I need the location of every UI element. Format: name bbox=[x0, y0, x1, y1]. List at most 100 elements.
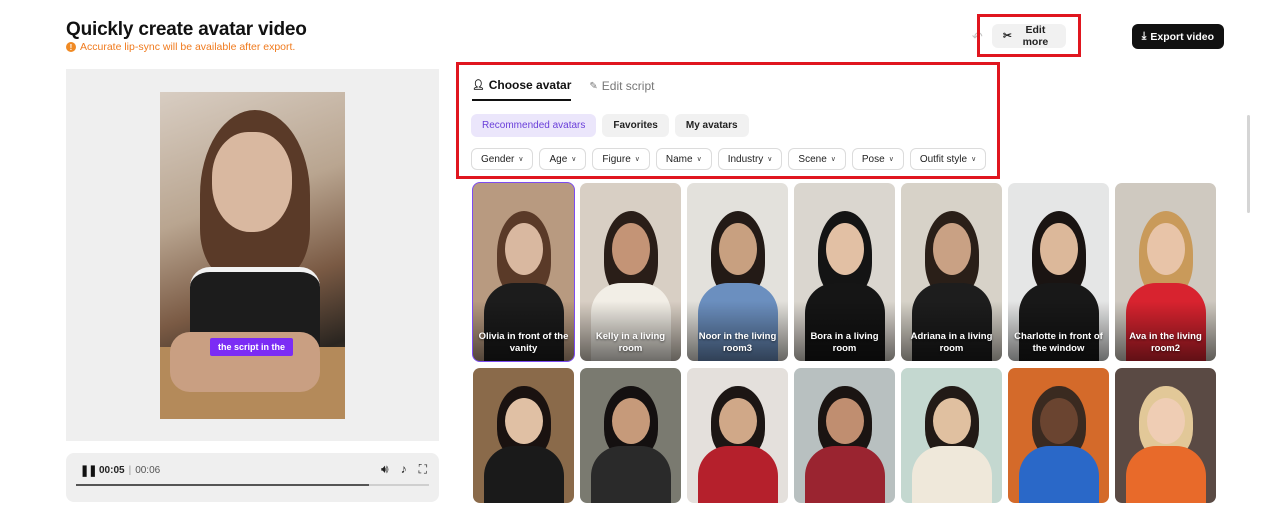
avatar-face bbox=[718, 223, 757, 275]
filter-scene[interactable]: Scene ∨ bbox=[788, 148, 846, 170]
chevron-down-icon: ∨ bbox=[888, 156, 894, 163]
avatar-face bbox=[932, 398, 971, 444]
filter-bar: Gender ∨ Age ∨ Figure ∨ Name ∨ Industry ∨ Scene ∨ Po… bbox=[471, 148, 987, 170]
player-icons: 🔊︎ ♪ ⛶ bbox=[381, 462, 427, 477]
avatar-body bbox=[590, 446, 671, 503]
subtitle-caption: the script in the bbox=[210, 338, 294, 356]
avatar-body bbox=[804, 446, 885, 503]
avatar-body bbox=[697, 446, 778, 503]
subtab-favorites[interactable]: Favorites bbox=[602, 114, 669, 137]
edit-more-highlight: ✂ Edit more bbox=[977, 14, 1081, 57]
avatar-card[interactable] bbox=[687, 368, 788, 503]
avatar-card[interactable]: Bora in a living room bbox=[794, 183, 895, 361]
avatar-body bbox=[911, 446, 992, 503]
chevron-down-icon: ∨ bbox=[634, 156, 640, 163]
video-player-controls: ❚❚ 00:05 | 00:06 🔊︎ ♪ ⛶ bbox=[66, 453, 439, 502]
subtab-recommended-avatars[interactable]: Recommended avatars bbox=[471, 114, 597, 137]
scissors-icon: ✂ bbox=[1003, 29, 1012, 42]
tiktok-icon[interactable]: ♪ bbox=[401, 462, 407, 477]
chevron-down-icon: ∨ bbox=[830, 156, 836, 163]
filter-label: Industry bbox=[727, 153, 764, 165]
time-display: 00:05 | 00:06 bbox=[99, 465, 161, 476]
fullscreen-icon[interactable]: ⛶ bbox=[419, 462, 427, 477]
avatar-face bbox=[825, 223, 864, 275]
filter-label: Age bbox=[549, 153, 568, 165]
chevron-down-icon: ∨ bbox=[571, 156, 577, 163]
avatar-body bbox=[1125, 446, 1206, 503]
avatar-face bbox=[825, 398, 864, 444]
subtab-my-avatars[interactable]: My avatars bbox=[674, 114, 749, 137]
info-icon: ! bbox=[66, 42, 76, 52]
avatar-preview-video[interactable]: the script in the bbox=[160, 92, 345, 419]
avatar-card[interactable] bbox=[1115, 368, 1216, 503]
download-icon: ⤓ bbox=[1141, 30, 1147, 42]
tab-label: Choose avatar bbox=[488, 78, 572, 92]
filter-pose[interactable]: Pose ∨ bbox=[851, 148, 904, 170]
avatar-face bbox=[212, 132, 292, 232]
avatar-face bbox=[932, 223, 971, 275]
avatar-face bbox=[1039, 223, 1078, 275]
progress-track[interactable] bbox=[76, 484, 429, 486]
export-video-label: Export video bbox=[1150, 30, 1214, 43]
avatar-face bbox=[611, 398, 650, 444]
avatar-body bbox=[1018, 446, 1099, 503]
edit-more-label: Edit more bbox=[1022, 23, 1049, 48]
filter-age[interactable]: Age ∨ bbox=[539, 148, 587, 170]
panel-tabs: 👤︎ Choose avatar ✎ Edit script bbox=[472, 78, 654, 101]
avatar-card[interactable]: Noor in the living room3 bbox=[687, 183, 788, 361]
export-video-button[interactable]: ⤓ Export video bbox=[1131, 24, 1224, 49]
page-title: Quickly create avatar video bbox=[66, 19, 307, 40]
top-actions: ↶ ↷ ⤓ Export video ✂ Edit more bbox=[972, 14, 1224, 57]
chevron-down-icon: ∨ bbox=[518, 156, 524, 163]
filter-label: Gender bbox=[481, 153, 515, 165]
avatar-icon: 👤︎ bbox=[472, 79, 485, 91]
chevron-down-icon: ∨ bbox=[696, 156, 702, 163]
filter-figure[interactable]: Figure ∨ bbox=[592, 148, 650, 170]
avatar-card[interactable]: Adriana in a living room bbox=[901, 183, 1002, 361]
tab-choose-avatar[interactable]: 👤︎ Choose avatar bbox=[472, 78, 572, 101]
avatar-card[interactable]: Charlotte in front of the window bbox=[1008, 183, 1109, 361]
tab-edit-script[interactable]: ✎ Edit script bbox=[589, 78, 654, 101]
avatar-name: Olivia in front of the vanity bbox=[478, 331, 569, 354]
avatar-card[interactable] bbox=[794, 368, 895, 503]
avatar-name: Kelly in a living room bbox=[595, 331, 666, 354]
avatar-face bbox=[611, 223, 650, 275]
avatar-card[interactable]: Olivia in front of the vanity bbox=[472, 182, 575, 362]
avatar-card[interactable]: Kelly in a living room bbox=[580, 183, 681, 361]
progress-fill bbox=[76, 484, 369, 486]
tab-label: Edit script bbox=[601, 79, 655, 93]
filter-industry[interactable]: Industry ∨ bbox=[717, 148, 783, 170]
edit-more-button[interactable]: ✂ Edit more bbox=[992, 23, 1066, 48]
avatar-name: Adriana in a living room bbox=[910, 331, 993, 354]
avatar-card[interactable] bbox=[901, 368, 1002, 503]
avatar-face bbox=[504, 398, 543, 444]
avatar-name: Noor in the living room3 bbox=[698, 331, 777, 354]
avatar-card[interactable] bbox=[1008, 368, 1109, 503]
avatar-face bbox=[1146, 398, 1185, 444]
avatar-card[interactable] bbox=[580, 368, 681, 503]
volume-icon[interactable]: 🔊︎ bbox=[381, 462, 389, 477]
avatar-category-tabs: Recommended avatars Favorites My avatars bbox=[471, 114, 749, 137]
avatar-grid: Olivia in front of the vanity Kelly in a … bbox=[472, 182, 1216, 503]
filter-label: Name bbox=[665, 153, 693, 165]
notice-text: Accurate lip-sync will be available afte… bbox=[80, 41, 296, 53]
filter-label: Scene bbox=[798, 153, 827, 165]
filter-outfit-style[interactable]: Outfit style ∨ bbox=[909, 148, 987, 170]
avatar-card[interactable] bbox=[473, 368, 574, 503]
current-time: 00:05 bbox=[99, 465, 125, 476]
avatar-face bbox=[1039, 398, 1078, 444]
avatar-face bbox=[718, 398, 757, 444]
pause-icon[interactable]: ❚❚ bbox=[80, 464, 97, 477]
filter-name[interactable]: Name ∨ bbox=[655, 148, 712, 170]
export-notice: ! Accurate lip-sync will be available af… bbox=[66, 41, 295, 53]
avatar-face bbox=[504, 223, 543, 275]
script-icon: ✎ bbox=[589, 80, 598, 92]
chevron-down-icon: ∨ bbox=[767, 156, 773, 163]
total-time: 00:06 bbox=[135, 465, 161, 476]
avatar-face bbox=[1146, 223, 1185, 275]
filter-gender[interactable]: Gender ∨ bbox=[471, 148, 534, 170]
avatar-name: Charlotte in front of the window bbox=[1014, 331, 1103, 354]
avatar-card[interactable]: Ava in the living room2 bbox=[1115, 183, 1216, 361]
scrollbar[interactable] bbox=[1247, 115, 1250, 213]
avatar-name: Ava in the living room2 bbox=[1129, 331, 1202, 354]
